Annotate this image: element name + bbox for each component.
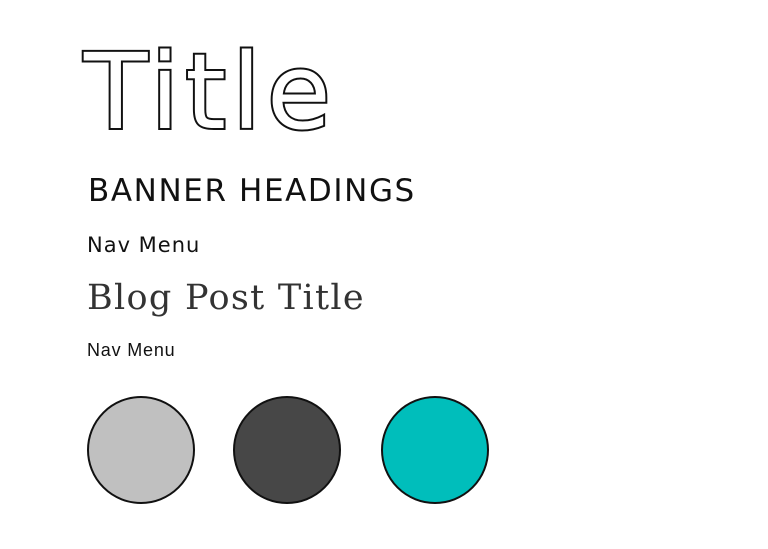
style-guide-canvas: Title BANNER HEADINGS Nav Menu Blog Post…: [0, 0, 768, 549]
dark-gray-color-swatch: [233, 396, 341, 504]
light-gray-color-swatch: [87, 396, 195, 504]
title-sample: Title: [82, 31, 337, 153]
teal-color-swatch: [381, 396, 489, 504]
nav-menu-sample-large: Nav Menu: [87, 233, 201, 257]
banner-heading-sample: BANNER HEADINGS: [88, 173, 416, 209]
nav-menu-sample-small: Nav Menu: [87, 340, 176, 360]
blog-post-title-sample: Blog Post Title: [87, 278, 365, 318]
